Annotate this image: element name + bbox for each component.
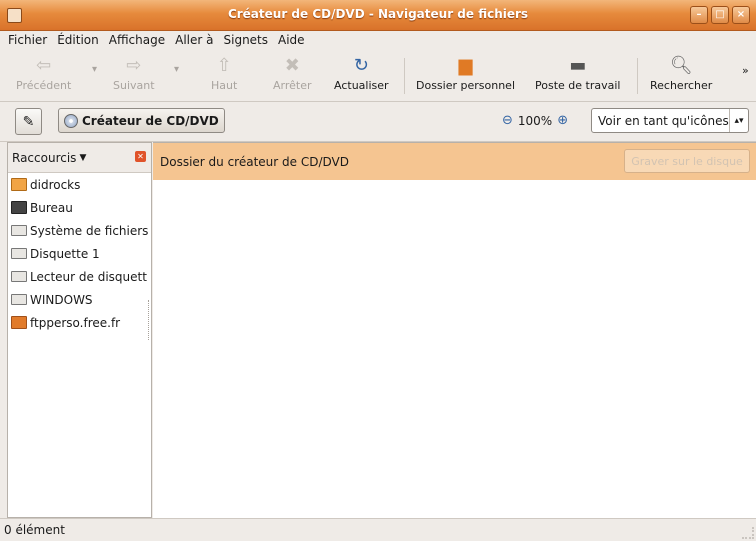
side-pane: Raccourcis ▼ ✕ didrocks Bureau Système d…	[7, 142, 152, 518]
up-button[interactable]: ⇧ Haut	[211, 53, 237, 99]
banner-text: Dossier du créateur de CD/DVD	[160, 154, 349, 169]
zoom-level[interactable]: 100%	[518, 114, 552, 128]
menu-view[interactable]: Affichage	[109, 33, 165, 47]
home-folder-button[interactable]: ▆ Dossier personnel	[416, 53, 515, 99]
sidebar-item-floppy-1[interactable]: Disquette 1	[8, 242, 151, 265]
toolbar-separator	[404, 58, 405, 94]
toolbar-overflow-icon[interactable]: »	[742, 64, 749, 77]
resize-grip[interactable]	[742, 527, 754, 539]
stop-button[interactable]: ✖ Arrêter	[273, 53, 312, 99]
arrow-up-icon: ⇧	[216, 54, 232, 76]
edit-note-icon: ✎	[22, 113, 35, 130]
arrow-right-icon: ⇨	[126, 54, 142, 76]
side-pane-header: Raccourcis ▼ ✕	[8, 143, 151, 173]
maximize-button[interactable]: □	[711, 6, 729, 24]
back-history-dropdown[interactable]: ▾	[92, 64, 97, 75]
window-title: Créateur de CD/DVD - Navigateur de fichi…	[227, 7, 529, 21]
toggle-location-entry-button[interactable]: ✎	[15, 108, 42, 135]
forward-history-dropdown[interactable]: ▾	[174, 64, 179, 75]
sidebar-item-ftp[interactable]: ftpperso.free.fr	[8, 311, 151, 334]
side-pane-selector[interactable]: Raccourcis	[12, 151, 76, 165]
home-folder-icon	[11, 178, 27, 191]
sidebar-item-filesystem[interactable]: Système de fichiers	[8, 219, 151, 242]
view-mode-select[interactable]: Voir en tant qu'icônes ▴▾	[591, 108, 749, 133]
location-bar: ✎ Créateur de CD/DVD ⊖ 100% ⊕ Voir en ta…	[0, 101, 756, 142]
zoom-control: ⊖ 100% ⊕	[502, 113, 568, 128]
computer-button[interactable]: ▬ Poste de travail	[535, 53, 620, 99]
chevron-down-icon[interactable]: ▼	[79, 153, 86, 163]
menu-bar: Fichier Édition Affichage Aller à Signet…	[0, 30, 756, 50]
home-folder-icon: ▆	[458, 54, 473, 76]
status-text: 0 élément	[4, 523, 65, 537]
menu-help[interactable]: Aide	[278, 33, 305, 47]
drive-icon	[11, 294, 27, 305]
ftp-icon	[11, 316, 27, 329]
stop-icon: ✖	[284, 54, 300, 76]
drive-icon	[11, 248, 27, 259]
zoom-out-icon[interactable]: ⊖	[502, 113, 513, 128]
title-bar: Créateur de CD/DVD - Navigateur de fichi…	[0, 0, 756, 31]
desktop-icon	[11, 201, 27, 214]
close-side-pane-icon[interactable]: ✕	[135, 151, 146, 162]
zoom-in-icon[interactable]: ⊕	[557, 113, 568, 128]
computer-icon: ▬	[569, 54, 587, 76]
toolbar-separator	[637, 58, 638, 94]
status-bar: 0 élément	[0, 518, 756, 541]
file-view[interactable]: Dossier du créateur de CD/DVD Graver sur…	[153, 142, 756, 519]
toolbar: ⇦ Précédent ▾ ⇨ Suivant ▾ ⇧ Haut ✖ Arrêt…	[0, 50, 756, 102]
path-button-cd-creator[interactable]: Créateur de CD/DVD	[58, 108, 225, 133]
sidebar-item-home[interactable]: didrocks	[8, 173, 151, 196]
drive-icon	[11, 271, 27, 282]
cd-creator-banner: Dossier du créateur de CD/DVD Graver sur…	[153, 143, 756, 180]
sidebar-item-desktop[interactable]: Bureau	[8, 196, 151, 219]
close-button[interactable]: ×	[732, 6, 750, 24]
forward-button[interactable]: ⇨ Suivant	[113, 53, 155, 99]
reload-button[interactable]: ↻ Actualiser	[334, 53, 389, 99]
select-arrows-icon: ▴▾	[729, 109, 748, 132]
menu-go[interactable]: Aller à	[175, 33, 213, 47]
search-button[interactable]: 🔍︎ Rechercher	[650, 53, 712, 99]
menu-edit[interactable]: Édition	[57, 33, 99, 47]
back-button[interactable]: ⇦ Précédent	[16, 53, 71, 99]
minimize-button[interactable]: –	[690, 6, 708, 24]
drive-icon	[11, 225, 27, 236]
search-icon: 🔍︎	[669, 54, 693, 76]
arrow-left-icon: ⇦	[36, 54, 52, 76]
pane-resize-handle[interactable]	[148, 300, 152, 340]
menu-bookmarks[interactable]: Signets	[224, 33, 269, 47]
sidebar-item-windows[interactable]: WINDOWS	[8, 288, 151, 311]
burn-to-disc-button[interactable]: Graver sur le disque	[624, 149, 750, 173]
cd-icon	[64, 113, 78, 128]
reload-icon: ↻	[353, 54, 369, 76]
menu-file[interactable]: Fichier	[8, 33, 47, 47]
sidebar-item-floppy-drive[interactable]: Lecteur de disquett	[8, 265, 151, 288]
